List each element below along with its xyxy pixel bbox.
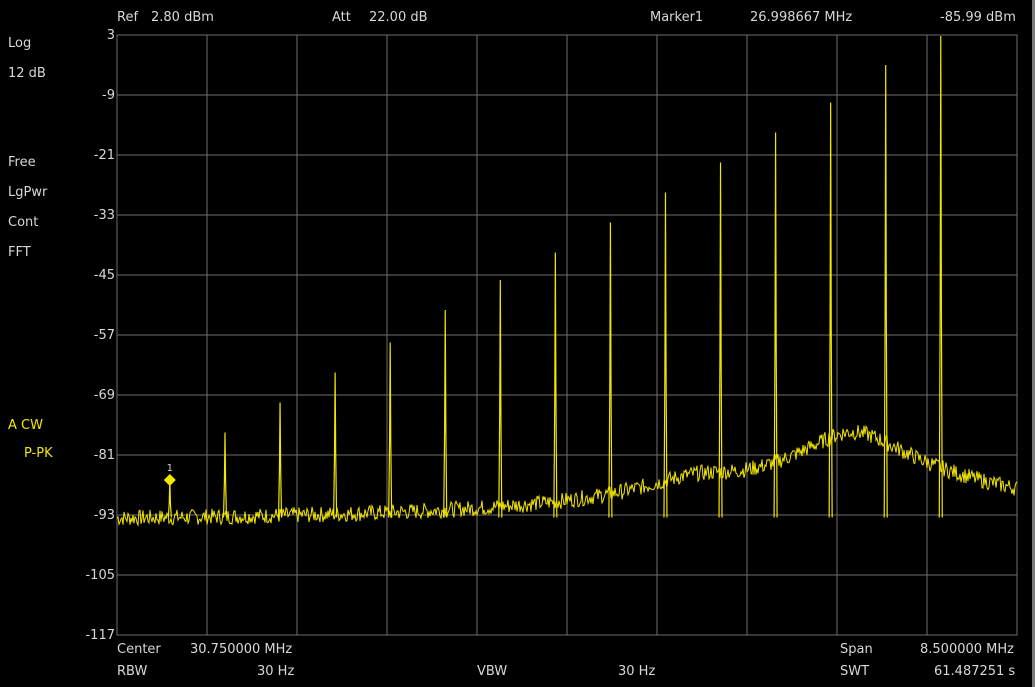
spur-peak [718,162,723,518]
marker-diamond-icon [163,473,176,486]
vbw-label: VBW [477,664,508,679]
spur-peak [443,309,448,518]
span-label: Span [840,642,873,657]
trace-peaks [167,35,943,518]
spectrum-analyzer-screen: Ref 2.80 dBm Att 22.00 dB Marker1 26.998… [0,0,1035,687]
center-label: Center [117,642,161,657]
spur-peak [277,402,283,518]
marker-number: 1 [167,463,173,474]
span-value: 8.500000 MHz [920,642,1014,657]
vbw-value: 30 Hz [618,664,656,679]
swt-label: SWT [840,664,870,679]
spur-peak [663,192,668,518]
rbw-value: 30 Hz [257,664,295,679]
marker-1: 1 [163,463,176,486]
spur-peak [222,432,228,518]
spectrum-plot: 1 [116,34,1018,636]
spur-peak [773,132,778,518]
spur-peak [498,279,503,518]
plot-grid [117,35,1017,635]
spur-peak [553,252,558,518]
spur-peak [608,222,613,518]
spur-peak [883,64,888,518]
rbw-label: RBW [117,664,148,679]
swt-value: 61.487251 s [934,664,1016,679]
spur-peak [938,35,943,518]
center-frequency: 30.750000 MHz [190,642,293,657]
spur-peak [333,372,338,518]
spur-peak [388,342,393,518]
